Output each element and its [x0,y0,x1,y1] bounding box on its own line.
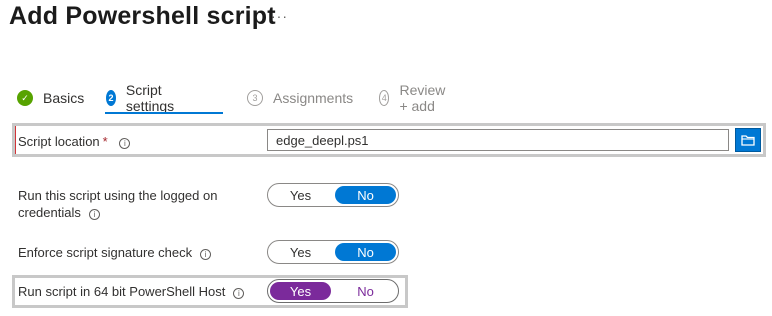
tab-review-add-label: Review + add [399,82,446,114]
tab-basics[interactable]: ✓ Basics [17,86,84,110]
step-4-badge: 4 [379,90,390,106]
tab-review-add[interactable]: 4 Review + add [379,82,451,114]
info-icon[interactable]: i [233,288,245,299]
tab-assignments[interactable]: 3 Assignments [247,86,353,110]
enforce-signature-toggle[interactable]: Yes No [267,240,399,264]
page-title: Add Powershell script [9,2,276,30]
info-icon[interactable]: i [119,138,131,149]
step-2-badge: 2 [106,90,116,106]
info-icon[interactable]: i [200,249,212,260]
tab-basics-label: Basics [43,90,85,106]
browse-file-button[interactable] [735,128,761,152]
required-marker: * [102,134,108,149]
run-as-logged-on-label-line1: Run this script using the logged on [18,188,218,203]
info-icon[interactable]: i [88,209,100,220]
toggle-option-yes[interactable]: Yes [270,243,331,261]
tab-script-settings[interactable]: 2 Script settings [106,82,180,114]
run-64bit-label: Run script in 64 bit PowerShell Host [18,284,226,299]
run-64bit-toggle[interactable]: Yes No [267,279,399,303]
run-as-logged-on-toggle[interactable]: Yes No [267,183,399,207]
required-indicator-bar [15,126,16,154]
step-3-badge: 3 [247,90,263,106]
toggle-option-no[interactable]: No [335,282,396,300]
enforce-signature-label-row: Enforce script signature check i [18,244,212,261]
folder-icon [741,135,755,146]
run-as-logged-on-label-row: Run this script using the logged on cred… [18,187,217,221]
toggle-option-no[interactable]: No [335,243,396,261]
run-64bit-label-row: Run script in 64 bit PowerShell Host i [18,283,245,300]
tab-script-settings-label: Script settings [125,82,175,114]
toggle-option-no[interactable]: No [335,186,396,204]
tab-assignments-label: Assignments [273,90,354,106]
more-options-button[interactable]: ··· [271,8,288,24]
checkmark-icon: ✓ [17,90,33,106]
script-location-label-row: Script location * i [18,133,131,150]
script-location-input[interactable] [267,129,729,151]
toggle-option-yes[interactable]: Yes [270,186,331,204]
script-location-label: Script location [18,134,100,149]
active-tab-indicator [105,112,223,114]
run-as-logged-on-label-line2: credentials [18,205,81,220]
toggle-option-yes[interactable]: Yes [270,282,331,300]
enforce-signature-label: Enforce script signature check [18,245,193,260]
